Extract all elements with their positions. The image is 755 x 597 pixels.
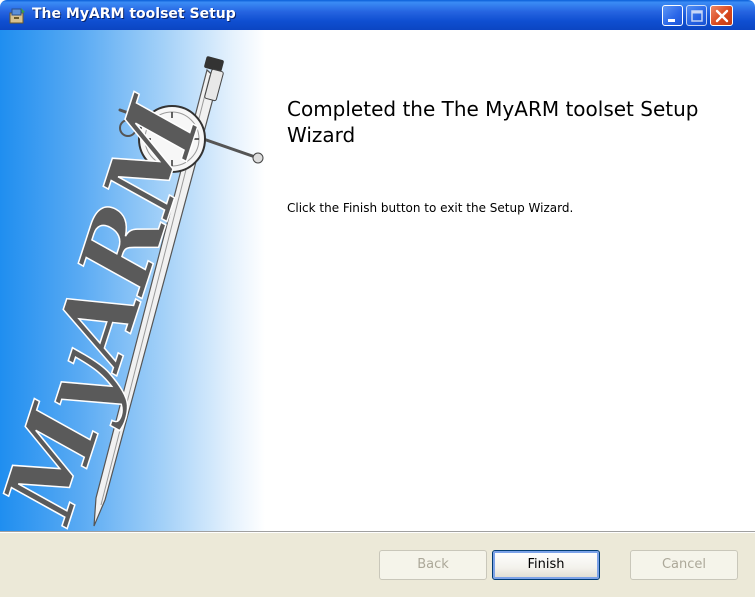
minimize-button[interactable] <box>662 5 683 26</box>
back-button[interactable]: Back <box>379 550 487 580</box>
cancel-button[interactable]: Cancel <box>630 550 738 580</box>
finish-button[interactable]: Finish <box>492 550 600 580</box>
maximize-button[interactable] <box>686 5 707 26</box>
close-icon <box>715 9 729 23</box>
completion-message: Click the Finish button to exit the Setu… <box>287 201 574 215</box>
maximize-icon <box>691 10 703 22</box>
wizard-banner: MyARM <box>0 30 265 531</box>
installer-icon <box>9 7 26 24</box>
title-bar[interactable]: The MyARM toolset Setup <box>0 0 755 30</box>
wizard-footer: Back Finish Cancel <box>0 533 755 597</box>
window-title: The MyARM toolset Setup <box>32 6 236 22</box>
myarm-logo-text: MyARM <box>0 85 225 531</box>
close-button[interactable] <box>710 5 733 26</box>
myarm-logo-graphic: MyARM <box>0 56 264 531</box>
minimize-icon <box>668 19 675 22</box>
setup-window: The MyARM toolset Setup MyARM Completed … <box>0 0 755 597</box>
completion-heading: Completed the The MyARM toolset Setup Wi… <box>287 97 699 147</box>
